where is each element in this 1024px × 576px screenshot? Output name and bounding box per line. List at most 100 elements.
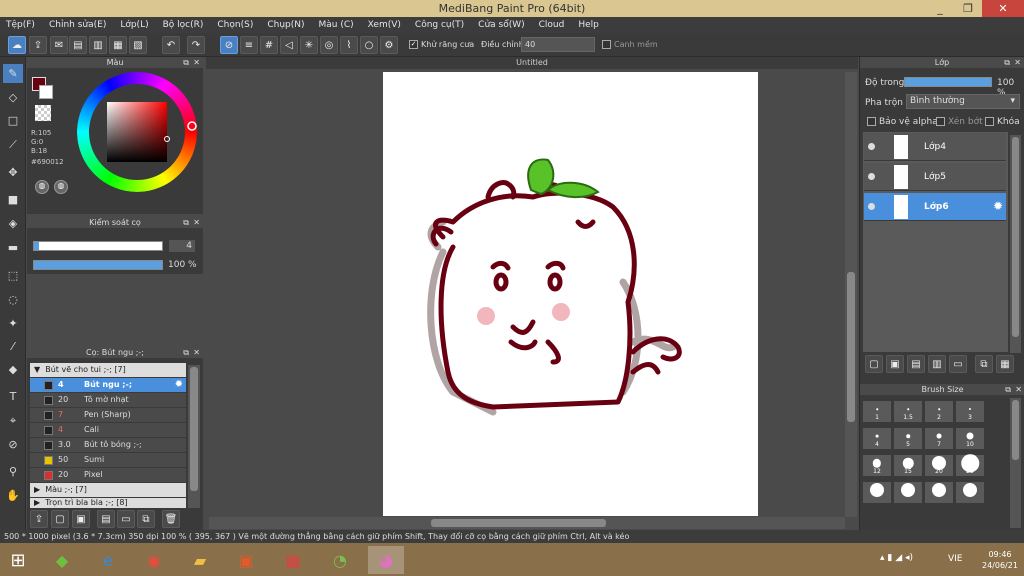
antialias-option[interactable]: ✓ Khử răng cưa	[409, 40, 474, 49]
language-indicator[interactable]: VIE	[948, 554, 963, 564]
minimize-button[interactable]: _	[926, 0, 954, 17]
brush-size-cell[interactable]: 4	[862, 427, 892, 450]
brush-size-value[interactable]: 4	[169, 240, 195, 252]
brush-size-cell[interactable]: 1.5	[893, 400, 923, 423]
maximize-button[interactable]: ❐	[954, 0, 982, 17]
layer-scrollbar[interactable]	[1010, 135, 1021, 353]
internet-explorer-icon[interactable]: e	[94, 546, 122, 574]
comment-icon[interactable]: ✉	[50, 36, 68, 54]
protect-alpha-checkbox[interactable]	[867, 117, 876, 126]
new-layer-icon[interactable]: ▢	[865, 355, 883, 373]
brush-size-cell[interactable]	[955, 481, 985, 504]
panel-tool-icon[interactable]: ⌖	[3, 411, 23, 430]
brush-size-slider[interactable]	[33, 241, 163, 251]
layer-row-selected[interactable]: Lớp6 ✹	[864, 193, 1006, 221]
text-tool-icon[interactable]: T	[3, 387, 23, 406]
new-brush-icon[interactable]: ▢	[51, 510, 69, 528]
page-icon[interactable]: ▥	[89, 36, 107, 54]
select-eraser-icon[interactable]: ◆	[3, 360, 23, 379]
layer-folder-icon[interactable]: ▭	[949, 355, 967, 373]
layer-opacity-slider[interactable]	[904, 77, 992, 87]
hand-tool-icon[interactable]: ✋	[3, 486, 23, 505]
brush-size-cell[interactable]	[862, 481, 892, 504]
snap-circle-icon[interactable]: ◎	[320, 36, 338, 54]
sv-handle[interactable]	[164, 136, 170, 142]
rect-select-icon[interactable]: □	[3, 111, 23, 130]
powerpoint-icon[interactable]: ▣	[232, 546, 260, 574]
snap-curve-icon[interactable]: ⌇	[340, 36, 358, 54]
canvas-vertical-scrollbar[interactable]	[845, 72, 857, 517]
brush-group-header[interactable]: ▶ Màu ;-; [7]	[30, 483, 186, 497]
brush-size-cell[interactable]: 5	[893, 427, 923, 450]
close-panel-icon[interactable]: ✕	[1014, 57, 1021, 68]
edge-option[interactable]: Canh mềm	[602, 40, 658, 49]
eraser-tool-icon[interactable]: ◇	[3, 88, 23, 107]
brush-add-icon[interactable]: ▣	[72, 510, 90, 528]
saturation-value-square[interactable]	[107, 102, 167, 162]
medibang-icon[interactable]: ◕	[368, 546, 404, 574]
layers-icon[interactable]: ▧	[129, 36, 147, 54]
protect-alpha-option[interactable]: Bảo vệ alpha	[867, 117, 938, 127]
lasso-tool-icon[interactable]: ◌	[3, 290, 23, 309]
brush-size-scrollbar[interactable]	[1010, 398, 1021, 528]
brush-import-icon[interactable]: ▤	[97, 510, 115, 528]
app-icon[interactable]: ◆	[48, 546, 76, 574]
magic-wand-icon[interactable]: ✦	[3, 314, 23, 333]
transparent-swatch[interactable]	[35, 105, 51, 121]
brush-size-cell[interactable]: 15	[893, 454, 923, 477]
eye-icon[interactable]	[868, 173, 875, 180]
menu-cloud[interactable]: Cloud	[539, 20, 565, 30]
merge-layer-icon[interactable]: ▦	[996, 355, 1014, 373]
share-icon[interactable]: ⇪	[29, 36, 47, 54]
dropper-tool-icon[interactable]: ⊘	[3, 435, 23, 454]
snap-vanish-icon[interactable]: ◁	[280, 36, 298, 54]
line-tool-icon[interactable]: ⟋	[3, 135, 23, 154]
clock[interactable]: 09:46 24/06/21	[982, 549, 1018, 571]
tray-icons[interactable]: ▴ ▮ ◢ ◂)	[880, 553, 913, 563]
close-panel-icon[interactable]: ✕	[193, 347, 200, 358]
brush-size-cell[interactable]: 12	[862, 454, 892, 477]
windows-start-icon[interactable]: ⊞	[4, 546, 32, 574]
grid-icon[interactable]: ▦	[109, 36, 127, 54]
menu-help[interactable]: Help	[578, 20, 599, 30]
brush-size-cell[interactable]: 3	[955, 400, 985, 423]
secondary-color-swatch[interactable]	[39, 85, 53, 99]
snap-settings-icon[interactable]: ⚙	[380, 36, 398, 54]
brush-size-cell[interactable]: 25	[955, 454, 985, 477]
brush-tool-icon[interactable]: ✎	[3, 64, 23, 83]
cloud-icon[interactable]: ☁	[8, 36, 26, 54]
undock-icon[interactable]: ⧉	[1004, 57, 1010, 68]
file-explorer-icon[interactable]: ▰	[186, 546, 214, 574]
undo-icon[interactable]: ↶	[162, 36, 180, 54]
brush-list-item[interactable]: 4 Bút ngu ;-; ✹	[30, 378, 186, 393]
layer-options-icon[interactable]: ▥	[928, 355, 946, 373]
move-tool-icon[interactable]: ✥	[3, 163, 23, 182]
brush-size-cell[interactable]: 1	[862, 400, 892, 423]
undock-icon[interactable]: ⧉	[183, 347, 189, 358]
brush-opacity-slider[interactable]	[33, 260, 163, 270]
brush-list-item[interactable]: 7 Pen (Sharp)	[30, 408, 186, 423]
brush-folder-icon[interactable]: ▭	[117, 510, 135, 528]
antialias-checkbox[interactable]: ✓	[409, 40, 418, 49]
canvas-horizontal-scrollbar[interactable]	[209, 517, 845, 529]
brush-size-cell[interactable]	[893, 481, 923, 504]
palette-icon[interactable]: ◍	[35, 180, 49, 194]
close-panel-icon[interactable]: ✕	[193, 217, 200, 228]
redo-icon[interactable]: ↷	[187, 36, 205, 54]
undock-icon[interactable]: ⧉	[183, 217, 189, 228]
menu-layer[interactable]: Lớp(L)	[120, 20, 148, 30]
duplicate-layer-icon[interactable]: ⧉	[975, 355, 993, 373]
snap-off-icon[interactable]: ⊘	[220, 36, 238, 54]
menu-snap[interactable]: Chụp(N)	[267, 20, 304, 30]
new-color-layer-icon[interactable]: ▣	[886, 355, 904, 373]
brush-size-cell[interactable]	[924, 481, 954, 504]
clipping-checkbox[interactable]	[936, 117, 945, 126]
menu-tools[interactable]: Công cụ(T)	[415, 20, 464, 30]
menu-view[interactable]: Xem(V)	[368, 20, 401, 30]
app3-icon[interactable]: ◔	[326, 546, 354, 574]
menu-select[interactable]: Chọn(S)	[217, 20, 253, 30]
menu-edit[interactable]: Chỉnh sửa(E)	[49, 20, 106, 30]
menu-color[interactable]: Màu (C)	[319, 20, 354, 30]
brush-cloud-icon[interactable]: ⇪	[30, 510, 48, 528]
gear-icon[interactable]: ✹	[175, 378, 183, 392]
